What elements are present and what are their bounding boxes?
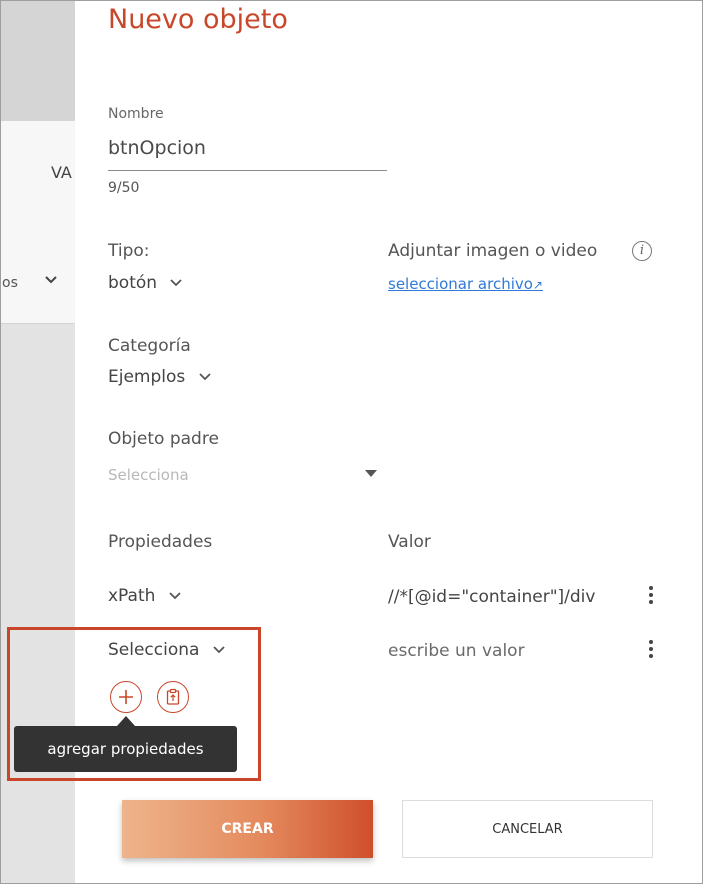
more-options-icon[interactable] — [648, 640, 654, 658]
chevron-down-icon — [169, 592, 181, 600]
property-value-input[interactable]: //*[@id="container"]/div — [388, 587, 613, 607]
property-select[interactable]: xPath — [108, 586, 183, 606]
category-select[interactable]: Ejemplos — [108, 367, 213, 387]
background-lower-panel — [1, 324, 75, 883]
name-character-counter: 9/50 — [108, 180, 140, 196]
background-column-header: VA — [51, 163, 72, 182]
info-icon[interactable]: i — [632, 241, 652, 261]
select-file-link[interactable]: seleccionar archivo↗ — [388, 275, 543, 293]
background-header — [1, 1, 75, 121]
value-header: Valor — [388, 532, 431, 552]
parent-object-label: Objeto padre — [108, 429, 219, 449]
background-filter-label: os — [2, 275, 18, 291]
caret-down-icon[interactable] — [365, 470, 377, 477]
create-button[interactable]: CREAR — [122, 800, 373, 858]
add-properties-tooltip: agregar propiedades — [14, 726, 237, 772]
name-label: Nombre — [108, 106, 164, 122]
more-options-icon[interactable] — [648, 586, 654, 604]
type-label: Tipo: — [108, 241, 150, 261]
properties-header: Propiedades — [108, 532, 213, 552]
select-file-link-text: seleccionar archivo — [388, 275, 533, 293]
chevron-down-icon — [170, 279, 183, 287]
property-name: xPath — [108, 586, 156, 606]
parent-object-select[interactable]: Selecciona — [108, 466, 189, 484]
category-value: Ejemplos — [108, 367, 186, 387]
category-label: Categoría — [108, 336, 191, 356]
property-value-input[interactable]: escribe un valor — [388, 641, 525, 661]
chevron-down-icon[interactable] — [44, 275, 58, 285]
tooltip-arrow — [117, 716, 135, 726]
cancel-button[interactable]: CANCELAR — [402, 800, 653, 858]
attachment-label: Adjuntar imagen o video — [388, 241, 598, 261]
name-input[interactable]: btnOpcion — [108, 134, 387, 171]
external-link-icon: ↗ — [532, 278, 543, 292]
type-value: botón — [108, 273, 158, 293]
type-select[interactable]: botón — [108, 273, 184, 293]
dialog-title: Nuevo objeto — [108, 4, 288, 35]
chevron-down-icon — [199, 373, 211, 381]
